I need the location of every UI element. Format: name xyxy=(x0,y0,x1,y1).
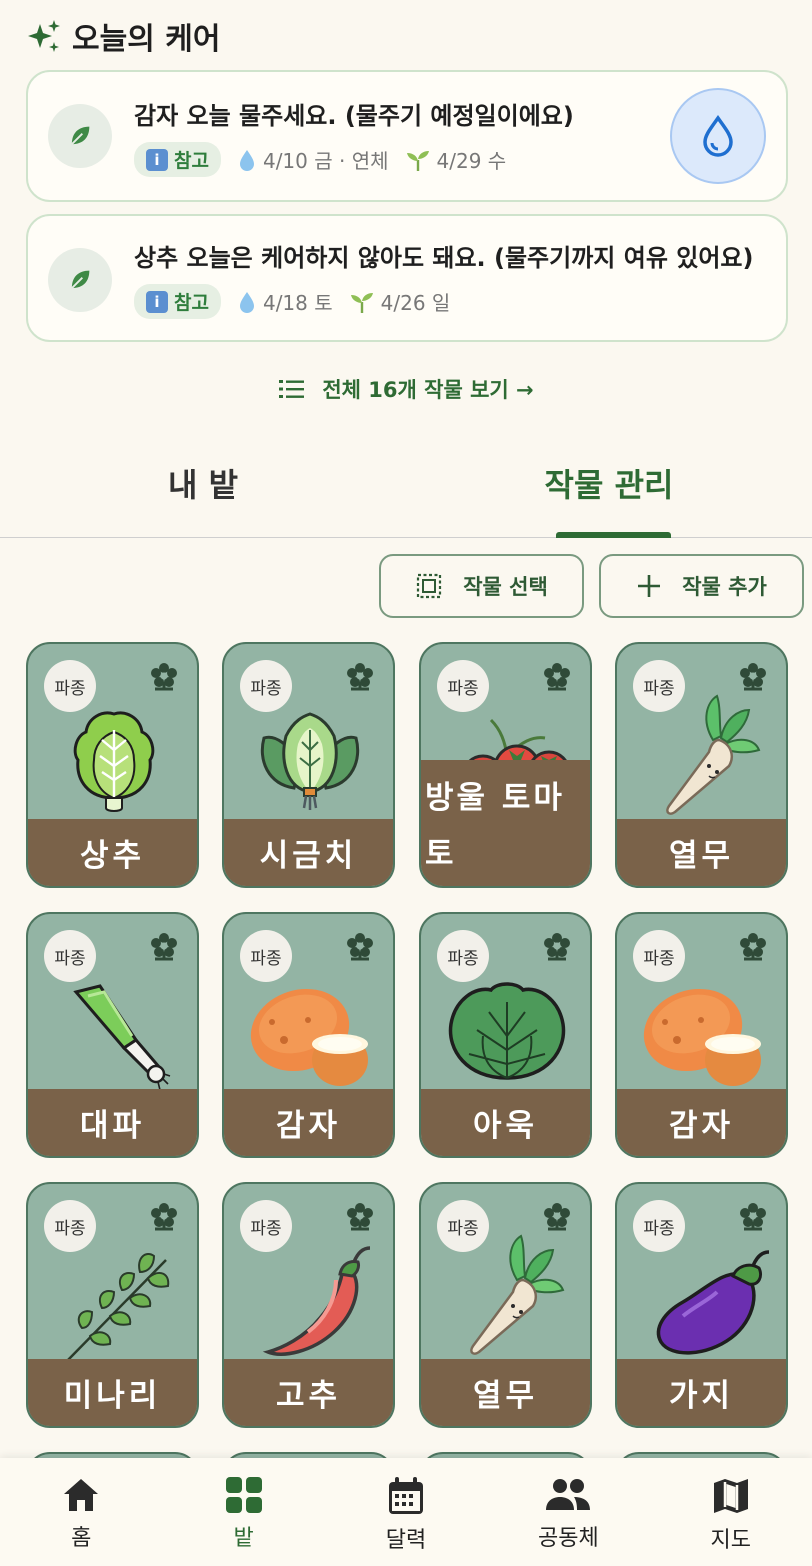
crop-card[interactable]: 파종감자 xyxy=(615,912,788,1158)
view-all-label: 전체 16개 작물 보기 → xyxy=(322,378,534,402)
tab-my-field[interactable]: 내 밭 xyxy=(0,460,406,506)
growth-stage-badge: 파종 xyxy=(437,660,489,712)
grid-icon xyxy=(225,1477,262,1513)
bottom-nav: 홈 밭 달력 공동체 지도 xyxy=(0,1458,812,1566)
leaf-badge xyxy=(48,104,112,168)
leaf-badge xyxy=(48,248,112,312)
nav-home[interactable]: 홈 xyxy=(0,1458,162,1566)
growth-stage-badge: 파종 xyxy=(633,660,685,712)
crop-card[interactable]: 파종아욱 xyxy=(419,912,592,1158)
nav-calendar[interactable]: 달력 xyxy=(325,1458,487,1566)
calendar-icon xyxy=(388,1477,423,1514)
care-card[interactable]: 상추 오늘은 케어하지 않아도 돼요. (물주기까지 여유 있어요) i 참고 4… xyxy=(26,214,788,342)
flower-icon xyxy=(347,663,373,691)
water-drop-icon xyxy=(239,149,254,171)
flower-icon xyxy=(544,1203,570,1231)
care-title-text: 오늘의 케어 xyxy=(72,22,221,57)
crop-card[interactable]: 파종열무 xyxy=(419,1182,592,1428)
growth-stage-badge: 파종 xyxy=(240,660,292,712)
care-card[interactable]: 감자 오늘 물주세요. (물주기 예정일이에요) i 참고 4/10 금 · 연체… xyxy=(26,70,788,202)
flower-icon xyxy=(151,1203,177,1231)
map-icon xyxy=(713,1479,748,1513)
growth-stage-badge: 파종 xyxy=(44,1200,96,1252)
sprout-icon xyxy=(406,150,429,171)
flower-icon xyxy=(151,663,177,691)
crop-card[interactable]: 파종미나리 xyxy=(26,1182,199,1428)
flower-icon xyxy=(544,933,570,961)
list-icon xyxy=(279,380,305,398)
crop-name: 대파 xyxy=(28,1089,197,1156)
active-tab-indicator xyxy=(556,532,671,538)
water-drop-icon xyxy=(239,291,254,313)
crop-name: 고추 xyxy=(224,1359,393,1426)
crop-name: 시금치 xyxy=(224,819,393,886)
growth-stage-badge: 파종 xyxy=(240,1200,292,1252)
crop-name: 가지 xyxy=(617,1359,786,1426)
plus-icon xyxy=(638,575,661,597)
flower-icon xyxy=(740,933,766,961)
people-icon xyxy=(546,1479,591,1510)
view-all-crops-link[interactable]: 전체 16개 작물 보기 → xyxy=(0,374,812,404)
care-meta: i 참고 4/10 금 · 연체 4/29 수 xyxy=(134,142,506,177)
growth-stage-badge: 파종 xyxy=(44,660,96,712)
crop-card[interactable]: 파종가지 xyxy=(615,1182,788,1428)
crop-name: 방울 토마토 xyxy=(421,760,590,886)
growth-stage-badge: 파종 xyxy=(633,1200,685,1252)
sprout-date: 4/26 일 xyxy=(349,287,450,316)
info-icon: i xyxy=(146,290,168,313)
crop-name: 미나리 xyxy=(28,1359,197,1426)
crop-card[interactable]: 파종대파 xyxy=(26,912,199,1158)
nav-map[interactable]: 지도 xyxy=(650,1458,812,1566)
home-icon xyxy=(64,1479,99,1511)
water-drop-icon xyxy=(703,114,733,157)
care-meta: i 참고 4/18 토 4/26 일 xyxy=(134,284,450,319)
crop-name: 열무 xyxy=(617,819,786,886)
leaf-icon xyxy=(71,270,90,289)
crop-card[interactable]: 파종감자 xyxy=(222,912,395,1158)
reference-chip: i 참고 xyxy=(134,284,221,319)
tab-bar: 내 밭 작물 관리 xyxy=(0,440,812,538)
growth-stage-badge: 파종 xyxy=(633,930,685,982)
crop-card[interactable]: 파종열무 xyxy=(615,642,788,888)
crop-card[interactable]: 파종상추 xyxy=(26,642,199,888)
flower-icon xyxy=(544,663,570,691)
info-icon: i xyxy=(146,148,168,171)
select-icon xyxy=(417,573,442,599)
water-date: 4/10 금 · 연체 xyxy=(237,145,389,174)
growth-stage-badge: 파종 xyxy=(437,1200,489,1252)
flower-icon xyxy=(347,933,373,961)
flower-icon xyxy=(740,663,766,691)
crop-name: 상추 xyxy=(28,819,197,886)
nav-community[interactable]: 공동체 xyxy=(487,1458,649,1566)
sprout-date: 4/29 수 xyxy=(405,145,506,174)
flower-icon xyxy=(151,933,177,961)
reference-chip: i 참고 xyxy=(134,142,221,177)
crop-name: 아욱 xyxy=(421,1089,590,1156)
crop-name: 감자 xyxy=(617,1089,786,1156)
crop-card[interactable]: 파종방울 토마토 xyxy=(419,642,592,888)
care-message: 상추 오늘은 케어하지 않아도 돼요. (물주기까지 여유 있어요) xyxy=(134,244,754,272)
flower-icon xyxy=(347,1203,373,1231)
care-section-title: 오늘의 케어 xyxy=(26,14,220,58)
crop-card[interactable]: 파종시금치 xyxy=(222,642,395,888)
growth-stage-badge: 파종 xyxy=(437,930,489,982)
leaf-icon xyxy=(71,126,90,145)
sprout-icon xyxy=(350,292,373,313)
crop-name: 감자 xyxy=(224,1089,393,1156)
add-crop-button[interactable]: 작물 추가 xyxy=(599,554,804,618)
select-crops-button[interactable]: 작물 선택 xyxy=(379,554,584,618)
nav-field[interactable]: 밭 xyxy=(162,1458,324,1566)
care-message: 감자 오늘 물주세요. (물주기 예정일이에요) xyxy=(134,102,574,130)
growth-stage-badge: 파종 xyxy=(44,930,96,982)
tab-crop-management[interactable]: 작물 관리 xyxy=(406,460,812,506)
water-date: 4/18 토 xyxy=(237,287,333,316)
growth-stage-badge: 파종 xyxy=(240,930,292,982)
crop-card[interactable]: 파종고추 xyxy=(222,1182,395,1428)
flower-icon xyxy=(740,1203,766,1231)
sparkle-icon xyxy=(28,20,60,52)
crop-name: 열무 xyxy=(421,1359,590,1426)
water-button[interactable] xyxy=(670,88,766,184)
